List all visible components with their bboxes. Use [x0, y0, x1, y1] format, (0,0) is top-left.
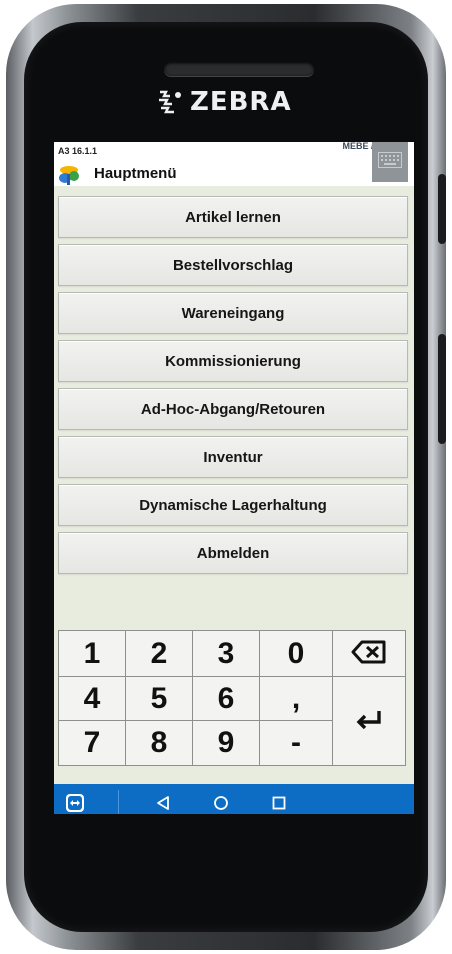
key-9[interactable]: 9: [192, 720, 260, 766]
back-button[interactable]: [150, 792, 176, 814]
app-logo-icon: [58, 164, 80, 186]
enter-icon: [355, 709, 383, 734]
backspace-icon: [351, 640, 387, 669]
main-menu: Artikel lernen Bestellvorschlag Warenein…: [58, 196, 408, 580]
zebra-logo-icon: [156, 89, 184, 115]
key-3[interactable]: 3: [192, 630, 260, 678]
home-button[interactable]: [208, 792, 234, 814]
key-1[interactable]: 1: [58, 630, 126, 678]
menu-button-dynamische-lagerhaltung[interactable]: Dynamische Lagerhaltung: [58, 484, 408, 526]
key-6[interactable]: 6: [192, 676, 260, 722]
recents-button[interactable]: [266, 792, 292, 814]
side-button-top[interactable]: [438, 174, 446, 244]
menu-button-ad-hoc-abgang[interactable]: Ad-Hoc-Abgang/Retouren: [58, 388, 408, 430]
teamviewer-button[interactable]: [62, 792, 88, 814]
menu-button-artikel-lernen[interactable]: Artikel lernen: [58, 196, 408, 238]
menu-button-inventur[interactable]: Inventur: [58, 436, 408, 478]
key-8[interactable]: 8: [125, 720, 193, 766]
key-2[interactable]: 2: [125, 630, 193, 678]
page-title: Hauptmenü: [94, 165, 177, 182]
brand-name: ZEBRA: [190, 87, 292, 117]
menu-button-kommissionierung[interactable]: Kommissionierung: [58, 340, 408, 382]
keyboard-icon: [378, 152, 402, 172]
key-5[interactable]: 5: [125, 676, 193, 722]
side-button-bottom[interactable]: [438, 334, 446, 444]
menu-button-wareneingang[interactable]: Wareneingang: [58, 292, 408, 334]
key-4[interactable]: 4: [58, 676, 126, 722]
numeric-keypad: 1 2 3 0 4 5 6 , 7 8 9 -: [58, 630, 406, 766]
title-bar: Hauptmenü: [54, 162, 414, 186]
key-7[interactable]: 7: [58, 720, 126, 766]
device-screen: A3 16.1.1 MEBE / MEYER Hauptmenü: [54, 142, 414, 814]
enter-key[interactable]: [332, 676, 406, 766]
backspace-key[interactable]: [332, 630, 406, 678]
status-bar: A3 16.1.1 MEBE / MEYER: [54, 142, 414, 162]
device-frame: ZEBRA A3 16.1.1 MEBE / MEYER Hauptmenü: [6, 4, 446, 950]
key-0[interactable]: 0: [259, 630, 333, 678]
key-comma[interactable]: ,: [259, 676, 333, 722]
back-icon: [155, 795, 171, 814]
speaker-grille: [164, 62, 314, 76]
teamviewer-icon: [65, 793, 85, 814]
android-nav-bar: [54, 784, 414, 814]
home-icon: [213, 795, 229, 814]
nav-divider: [118, 790, 119, 814]
recents-icon: [271, 795, 287, 814]
zebra-branding: ZEBRA: [156, 82, 306, 122]
menu-button-bestellvorschlag[interactable]: Bestellvorschlag: [58, 244, 408, 286]
key-minus[interactable]: -: [259, 720, 333, 766]
keyboard-toggle-button[interactable]: [372, 142, 408, 182]
menu-button-abmelden[interactable]: Abmelden: [58, 532, 408, 574]
version-label: A3 16.1.1: [58, 146, 98, 156]
